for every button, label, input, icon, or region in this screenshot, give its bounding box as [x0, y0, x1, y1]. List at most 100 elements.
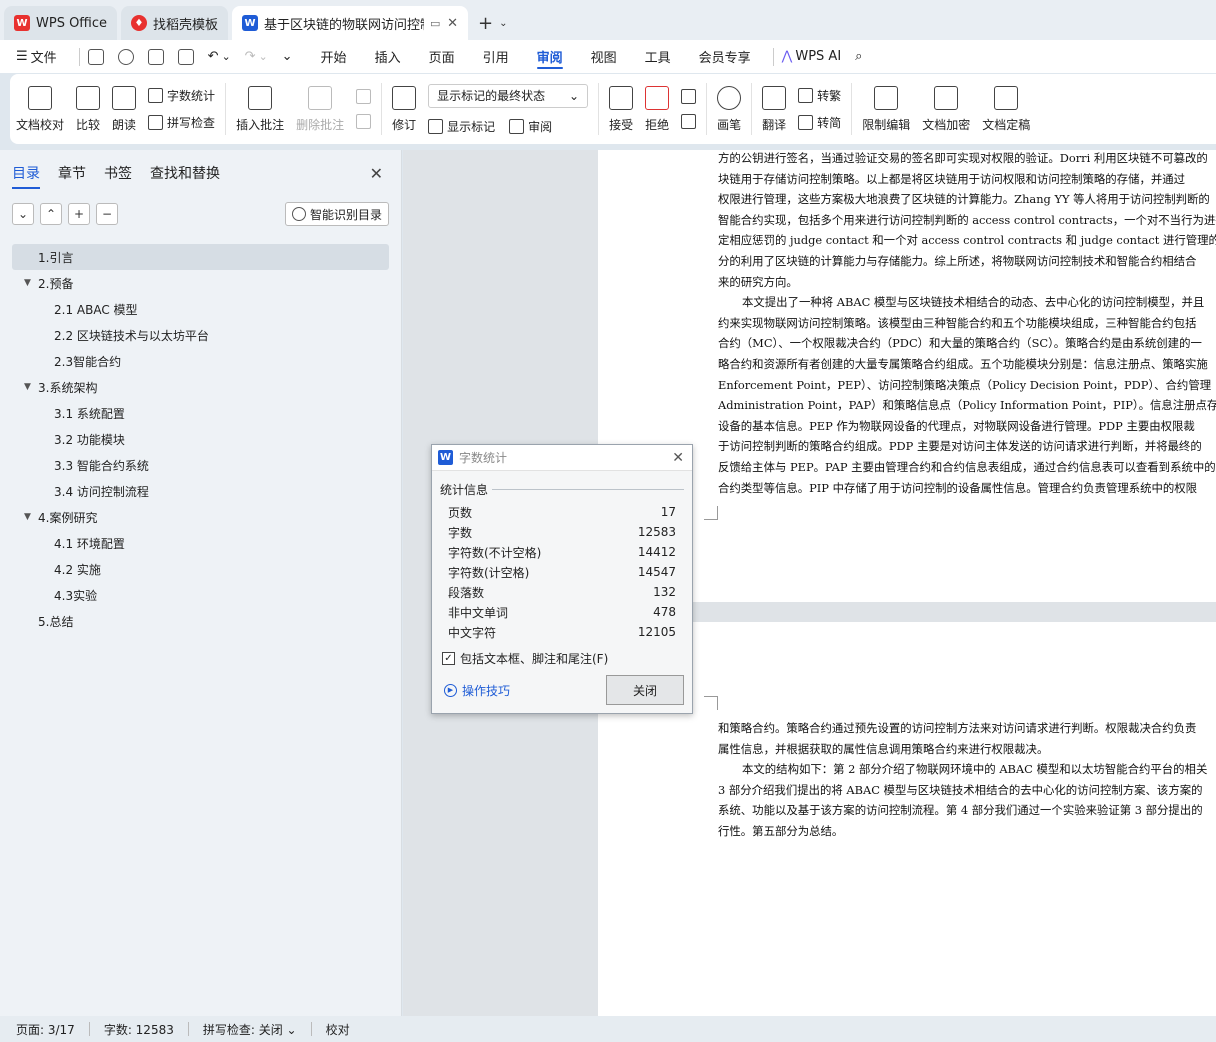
toc-item[interactable]: 3.1 系统配置 [0, 400, 401, 426]
menu-tab-reference[interactable]: 引用 [469, 40, 523, 73]
text-line[interactable]: 定相应惩罚的 judge contact 和一个对 access control… [718, 230, 1216, 251]
prev-comment-button[interactable] [356, 89, 372, 104]
text-line[interactable]: 3 部分介绍我们提出的将 ABAC 模型与区块链技术相结合的去中心化的访问控制方… [718, 780, 1216, 801]
more-chevron-icon[interactable]: ⌄ [282, 40, 293, 73]
caret-down-icon[interactable]: ▼ [24, 512, 38, 522]
page-indicator[interactable]: 页面: 3/17 [16, 1021, 75, 1038]
text-line[interactable]: 块链用于存储访问控制策略。以上都是将区块链用于访问权限和访问控制策略的存储，并通… [718, 169, 1216, 190]
menu-tab-start[interactable]: 开始 [307, 40, 361, 73]
markup-state-select[interactable]: 显示标记的最终状态 ⌄ [428, 83, 589, 108]
finalize-button[interactable]: 文档定稿 [976, 77, 1036, 141]
search-icon[interactable]: ⌕ [855, 40, 862, 73]
toc-item[interactable]: ▼ 4.案例研究 [0, 504, 401, 530]
menu-tab-page[interactable]: 页面 [415, 40, 469, 73]
toc-item[interactable]: 4.1 环境配置 [0, 530, 401, 556]
page-text[interactable]: 方的公钥进行签名，当通过验证交易的签名即可实现对权限的验证。Dorri 利用区块… [718, 150, 1216, 498]
text-line[interactable]: 本文的结构如下：第 2 部分介绍了物联网环境中的 ABAC 模型和以太坊智能合约… [718, 759, 1216, 780]
print-icon[interactable] [147, 40, 164, 73]
expand-down-icon[interactable]: ⌄ [12, 203, 34, 225]
text-line[interactable]: 来的研究方向。 [718, 272, 1216, 293]
save-icon[interactable] [87, 40, 104, 73]
to-simplified-button[interactable]: 转简 [798, 114, 841, 131]
checkbox-checked-icon[interactable]: ✓ [442, 652, 455, 665]
compare-button[interactable]: 比较 [70, 77, 106, 141]
nav-tab-bookmark[interactable]: 书签 [104, 163, 132, 183]
text-line[interactable]: 约来实现物联网访问控制策略。该模型由三种智能合约和五个功能模块组成，三种智能合约… [718, 313, 1216, 334]
accept-button[interactable]: 接受 [603, 77, 639, 141]
read-aloud-button[interactable]: 朗读 [106, 77, 142, 141]
text-line[interactable]: 系统、功能以及基于该方案的访问控制流程。第 4 部分我们通过一个实验来验证第 3… [718, 800, 1216, 821]
toc-item[interactable]: 3.2 功能模块 [0, 426, 401, 452]
text-line[interactable]: 略合约和资源所有者创建的大量专属策略合约组成。五个功能模块分别是：信息注册点、策… [718, 354, 1216, 375]
text-line[interactable]: 本文提出了一种将 ABAC 模型与区块链技术相结合的动态、去中心化的访问控制模型… [718, 292, 1216, 313]
caret-down-icon[interactable]: ▼ [24, 278, 38, 288]
word-count-button[interactable]: 字数统计 [148, 87, 215, 104]
share-icon[interactable] [117, 40, 134, 73]
add-level-icon[interactable]: + [68, 203, 90, 225]
close-pane-icon[interactable]: ✕ [370, 164, 383, 183]
file-menu[interactable]: ☰ 文件 [16, 40, 57, 73]
delete-comment-button[interactable]: 删除批注 [290, 77, 350, 141]
tips-link[interactable]: ▶ 操作技巧 [444, 682, 510, 699]
menu-tab-insert[interactable]: 插入 [361, 40, 415, 73]
toc-item[interactable]: 5.总结 [0, 608, 401, 634]
text-line[interactable]: 方的公钥进行签名，当通过验证交易的签名即可实现对权限的验证。Dorri 利用区块… [718, 150, 1216, 169]
remove-level-icon[interactable]: − [96, 203, 118, 225]
toc-item[interactable]: 1.引言 [12, 244, 389, 270]
text-line[interactable]: 合约类型等信息。PIP 中存储了用于访问控制的设备属性信息。管理合约负责管理系统… [718, 478, 1216, 499]
word-count-indicator[interactable]: 字数: 12583 [104, 1021, 174, 1038]
proofread-button[interactable]: 文档校对 [10, 77, 70, 141]
text-line[interactable]: Administration Point，PAP）和策略信息点（Policy I… [718, 395, 1216, 416]
dialog-titlebar[interactable]: W 字数统计 ✕ [432, 445, 692, 471]
close-button[interactable]: 关闭 [606, 675, 684, 705]
text-line[interactable]: 分的利用了区块链的计算能力与存储能力。综上所述，将物联网访问控制技术和智能合约相… [718, 251, 1216, 272]
print-preview-icon[interactable] [177, 40, 194, 73]
text-line[interactable]: 智能合约实现，包括多个用来进行访问控制判断的 access control co… [718, 210, 1216, 231]
chevron-down-icon[interactable]: ⌄ [499, 18, 507, 29]
text-line[interactable]: 于访问控制判断的策略合约组成。PDP 主要是对访问主体发送的访问请求进行判断，并… [718, 436, 1216, 457]
tab-wps-office[interactable]: W WPS Office [4, 6, 118, 40]
toc-item[interactable]: ▼ 3.系统架构 [0, 374, 401, 400]
text-line[interactable]: 合约（MC）、一个权限裁决合约（PDC）和大量的策略合约（SC）。策略合约是由系… [718, 333, 1216, 354]
dialog-close-icon[interactable]: ✕ [672, 450, 684, 466]
proof-indicator[interactable]: 校对 [326, 1021, 350, 1038]
wps-ai-button[interactable]: ⋀ WPS AI [782, 40, 841, 73]
toc-item[interactable]: 3.3 智能合约系统 [0, 452, 401, 478]
toc-item[interactable]: 3.4 访问控制流程 [0, 478, 401, 504]
menu-tab-tools[interactable]: 工具 [631, 40, 685, 73]
smart-toc-button[interactable]: 智能识别目录 [284, 202, 389, 226]
toc-item[interactable]: 2.2 区块链技术与以太坊平台 [0, 322, 401, 348]
monitor-icon[interactable]: ▭ [430, 17, 440, 30]
include-footnotes-checkbox[interactable]: ✓ 包括文本框、脚注和尾注(F) [442, 650, 692, 667]
show-markup-button[interactable]: 显示标记 [428, 118, 495, 135]
text-line[interactable]: Enforcement Point，PEP）、访问控制策略决策点（Policy … [718, 375, 1216, 396]
toc-item[interactable]: 4.3实验 [0, 582, 401, 608]
nav-tab-find-replace[interactable]: 查找和替换 [150, 163, 220, 183]
toc-item[interactable]: 2.1 ABAC 模型 [0, 296, 401, 322]
text-line[interactable]: 设备的基本信息。PEP 作为物联网设备的代理点，对物联网设备进行管理。PDP 主… [718, 416, 1216, 437]
next-change-button[interactable] [681, 114, 697, 129]
restrict-editing-button[interactable]: 限制编辑 [856, 77, 916, 141]
close-tab-icon[interactable]: ✕ [447, 16, 458, 31]
toc-item[interactable]: 2.3智能合约 [0, 348, 401, 374]
text-line[interactable]: 权限进行管理，这些方案极大地浪费了区块链的计算能力。Zhang YY 等人将用于… [718, 189, 1216, 210]
track-changes-button[interactable]: 修订 [386, 77, 422, 141]
insert-comment-button[interactable]: 插入批注 [230, 77, 290, 141]
spell-check-button[interactable]: 拼写检查 [148, 114, 215, 131]
new-tab-button[interactable]: + ⌄ [472, 6, 513, 40]
nav-tab-toc[interactable]: 目录 [12, 163, 40, 189]
menu-tab-view[interactable]: 视图 [577, 40, 631, 73]
menu-tab-review[interactable]: 审阅 [523, 40, 577, 73]
text-line[interactable]: 反馈给主体与 PEP。PAP 主要由管理合约和合约信息表组成，通过合约信息表可以… [718, 457, 1216, 478]
nav-tab-chapter[interactable]: 章节 [58, 163, 86, 183]
next-comment-button[interactable] [356, 114, 372, 129]
page-text[interactable]: 和策略合约。策略合约通过预先设置的访问控制方法来对访问请求进行判断。权限裁决合约… [718, 718, 1216, 842]
reject-button[interactable]: 拒绝 [639, 77, 675, 141]
spell-check-indicator[interactable]: 拼写检查: 关闭 ⌄ [203, 1021, 297, 1038]
translate-button[interactable]: 翻译 [756, 77, 792, 141]
caret-down-icon[interactable]: ▼ [24, 382, 38, 392]
text-line[interactable]: 行性。第五部分为总结。 [718, 821, 1216, 842]
pen-button[interactable]: 画笔 [711, 77, 747, 141]
collapse-up-icon[interactable]: ⌃ [40, 203, 62, 225]
toc-item[interactable]: 4.2 实施 [0, 556, 401, 582]
